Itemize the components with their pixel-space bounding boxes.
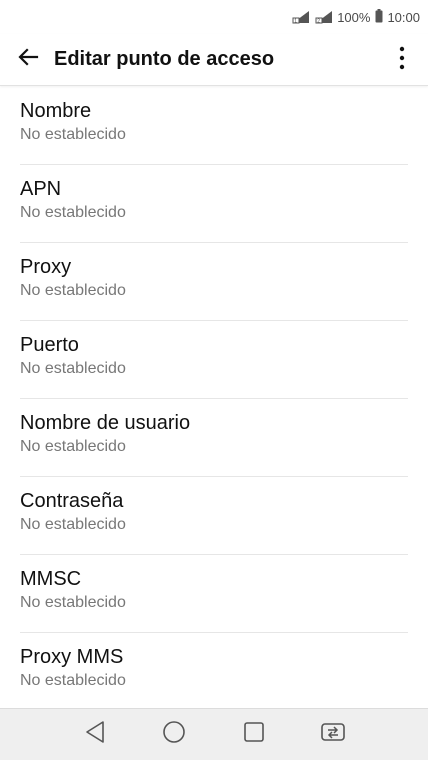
item-value: No establecido — [20, 204, 126, 221]
list-item-proxy[interactable]: Proxy No establecido — [0, 243, 428, 321]
item-title: MMSC — [20, 568, 82, 590]
apn-settings-list: Nombre No establecido APN No establecido… — [0, 87, 428, 708]
item-value: No establecido — [20, 360, 126, 377]
recents-square-icon — [243, 721, 265, 748]
list-item-contrasena[interactable]: Contraseña No establecido — [0, 477, 428, 555]
list-item-apn[interactable]: APN No establecido — [0, 165, 428, 243]
navigation-bar — [0, 708, 428, 760]
svg-text:2: 2 — [317, 18, 320, 24]
sim1-signal-icon: 1 — [291, 10, 311, 24]
svg-text:1: 1 — [294, 18, 297, 24]
item-title: Contraseña — [20, 490, 124, 512]
item-title: APN — [20, 178, 62, 200]
nav-dual-window-button[interactable] — [309, 715, 357, 755]
battery-icon — [375, 8, 383, 26]
arrow-back-icon — [17, 46, 39, 73]
list-item-mmsc[interactable]: MMSC No establecido — [0, 555, 428, 633]
back-button[interactable] — [12, 40, 44, 80]
clock: 10:00 — [387, 9, 420, 25]
item-title: Nombre — [20, 100, 92, 122]
home-circle-icon — [162, 720, 186, 749]
item-value: No establecido — [20, 282, 126, 299]
list-item-proxy-mms[interactable]: Proxy MMS No establecido — [0, 633, 428, 708]
item-value: No establecido — [20, 126, 126, 143]
dual-window-icon — [320, 721, 346, 748]
screen: 1 2 100% 10:00 Editar punto de acceso No… — [0, 0, 428, 760]
list-item-nombre-de-usuario[interactable]: Nombre de usuario No establecido — [0, 399, 428, 477]
page-title: Editar punto de acceso — [54, 48, 275, 70]
more-options-button[interactable] — [388, 40, 416, 80]
item-value: No establecido — [20, 594, 126, 611]
item-value: No establecido — [20, 516, 126, 533]
nav-back-button[interactable] — [71, 715, 119, 755]
more-vert-icon — [399, 46, 405, 75]
nav-recents-button[interactable] — [230, 715, 278, 755]
sim2-signal-icon: 2 — [314, 10, 334, 24]
item-title: Puerto — [20, 334, 79, 356]
list-item-puerto[interactable]: Puerto No establecido — [0, 321, 428, 399]
item-title: Nombre de usuario — [20, 412, 191, 434]
item-value: No establecido — [20, 438, 126, 455]
nav-home-button[interactable] — [150, 715, 198, 755]
item-value: No establecido — [20, 672, 126, 689]
status-bar: 1 2 100% 10:00 — [0, 0, 428, 34]
back-triangle-icon — [84, 720, 106, 749]
battery-percent: 100% — [337, 9, 371, 25]
item-title: Proxy MMS — [20, 646, 124, 668]
item-title: Proxy — [20, 256, 72, 278]
app-bar: Editar punto de acceso — [0, 34, 428, 86]
list-item-nombre[interactable]: Nombre No establecido — [0, 87, 428, 165]
